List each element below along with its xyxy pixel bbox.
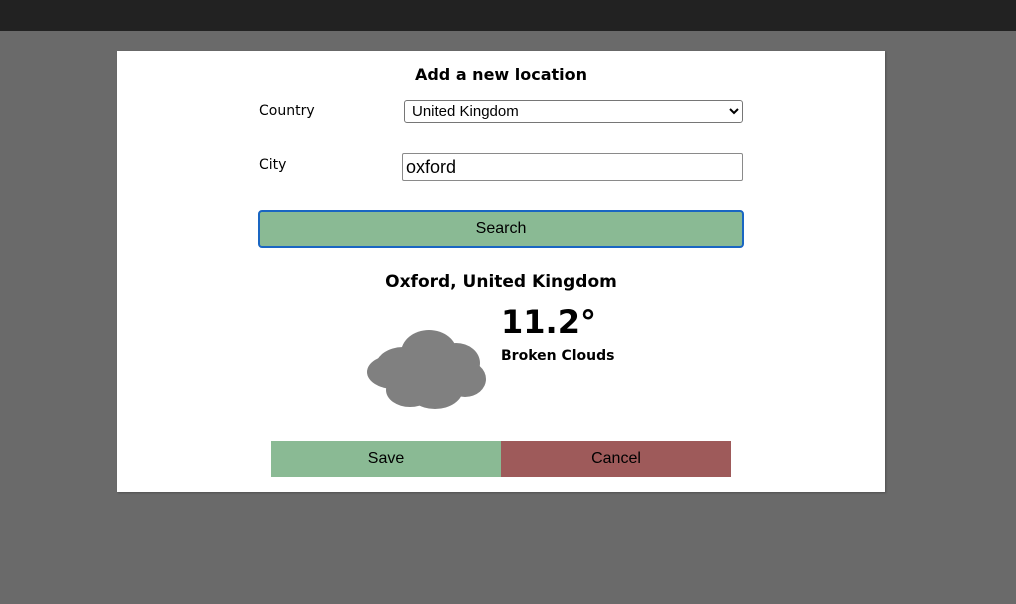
country-select[interactable]: United Kingdom <box>404 100 743 123</box>
add-location-dialog: Add a new location Country United Kingdo… <box>117 51 885 492</box>
cloud-icon <box>367 330 486 409</box>
save-button[interactable]: Save <box>271 441 501 477</box>
city-label: City <box>259 157 287 173</box>
dialog-title: Add a new location <box>414 65 588 84</box>
top-bar <box>0 0 1016 31</box>
cancel-button[interactable]: Cancel <box>501 441 731 477</box>
search-button[interactable]: Search <box>258 210 744 248</box>
weather-description: Broken Clouds <box>501 348 615 364</box>
result-location: Oxford, United Kingdom <box>385 272 617 292</box>
city-input[interactable] <box>402 153 743 181</box>
country-label: Country <box>259 103 315 119</box>
temperature: 11.2° <box>501 303 596 341</box>
